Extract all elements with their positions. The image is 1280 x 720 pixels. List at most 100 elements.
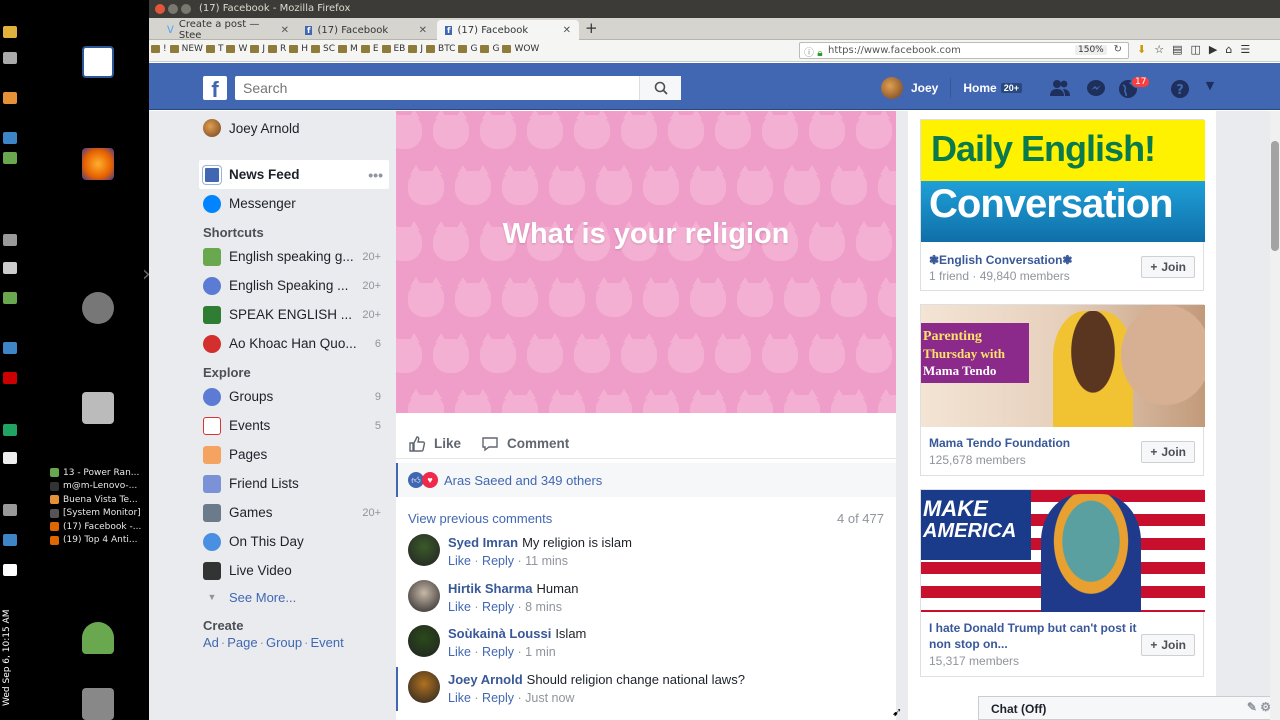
sidebar-item-shortcut[interactable]: English Speaking ... 20+ bbox=[199, 271, 389, 300]
new-tab-button[interactable]: + bbox=[585, 19, 598, 37]
app-icon[interactable] bbox=[3, 452, 17, 464]
app-icon[interactable] bbox=[3, 534, 17, 546]
bookmark-item[interactable]: G bbox=[470, 44, 477, 54]
comment-reply-link[interactable]: Reply bbox=[482, 600, 514, 614]
telegram-icon[interactable] bbox=[3, 424, 17, 436]
account-menu-icon[interactable]: ▼ bbox=[1199, 79, 1221, 99]
scrollbar-thumb[interactable] bbox=[1271, 141, 1279, 251]
comment-reply-link[interactable]: Reply bbox=[482, 554, 514, 568]
close-icon[interactable]: ✕ bbox=[281, 25, 289, 36]
comment-author[interactable]: Syed Imran bbox=[448, 535, 518, 550]
sidebar-item-profile[interactable]: Joey Arnold bbox=[199, 111, 389, 145]
volume-icon[interactable] bbox=[3, 564, 17, 576]
sidebar-item-on-this-day[interactable]: On This Day bbox=[199, 527, 389, 556]
app-icon[interactable] bbox=[3, 292, 17, 304]
like-button[interactable]: Like bbox=[408, 435, 461, 453]
comment-like-link[interactable]: Like bbox=[448, 600, 471, 614]
post-background-image[interactable]: What is your religion bbox=[396, 111, 896, 413]
library-icon[interactable]: ▤ bbox=[1172, 43, 1182, 56]
group-name[interactable]: ❃English Conversation❃ bbox=[929, 252, 1129, 268]
scrollbar[interactable] bbox=[1270, 111, 1280, 720]
clock[interactable]: Wed Sep 6, 10:15 AM bbox=[2, 586, 18, 706]
reload-icon[interactable]: ↻ bbox=[1114, 44, 1122, 55]
chat-bar[interactable]: Chat (Off) ✎ ⚙ bbox=[978, 696, 1280, 720]
minimize-window-button[interactable] bbox=[168, 4, 178, 14]
app-icon[interactable] bbox=[3, 152, 17, 164]
bookmark-item[interactable]: T bbox=[218, 44, 224, 54]
bitcoin-icon[interactable] bbox=[3, 92, 17, 104]
bookmark-item[interactable]: M bbox=[350, 44, 358, 54]
create-page-link[interactable]: Page bbox=[227, 635, 257, 650]
compose-icon[interactable]: ✎ bbox=[1247, 700, 1257, 714]
app-icon[interactable] bbox=[3, 26, 17, 38]
close-window-button[interactable] bbox=[155, 4, 165, 14]
url-text[interactable]: https://www.facebook.com bbox=[828, 45, 961, 56]
messenger-icon[interactable] bbox=[1085, 79, 1107, 99]
search-input[interactable] bbox=[235, 76, 681, 100]
join-group-button[interactable]: + Join bbox=[1141, 256, 1195, 278]
bookmark-item[interactable]: EB bbox=[394, 44, 406, 54]
comment-author[interactable]: Hirtik Sharma bbox=[448, 581, 533, 596]
sidebar-item-shortcut[interactable]: Ao Khoac Han Quo... 6 bbox=[199, 329, 389, 358]
group-image[interactable]: MAKE AMERICA bbox=[921, 490, 1205, 612]
browser-tab-active[interactable]: f (17) Facebook ✕ bbox=[437, 20, 579, 40]
comment-like-link[interactable]: Like bbox=[448, 691, 471, 705]
view-previous-comments-link[interactable]: View previous comments bbox=[408, 511, 552, 526]
create-event-link[interactable]: Event bbox=[310, 635, 343, 650]
bookmark-item[interactable]: ! bbox=[163, 44, 167, 54]
app-icon[interactable] bbox=[3, 504, 17, 516]
sidebar-item-games[interactable]: Games 20+ bbox=[199, 498, 389, 527]
comment-author[interactable]: Joey Arnold bbox=[448, 672, 523, 687]
bookmark-item[interactable]: H bbox=[301, 44, 308, 54]
search-button[interactable] bbox=[639, 76, 681, 100]
app-icon[interactable] bbox=[3, 52, 17, 64]
bookmark-item[interactable]: J bbox=[420, 44, 423, 54]
more-options-icon[interactable]: ••• bbox=[368, 167, 383, 183]
filezilla-icon[interactable] bbox=[3, 372, 17, 384]
firefox-icon[interactable] bbox=[82, 148, 114, 180]
document-icon[interactable] bbox=[82, 46, 114, 78]
avatar[interactable] bbox=[408, 534, 440, 566]
url-bar[interactable]: ⓘ 🔒︎ https://www.facebook.com 150% ↻ bbox=[799, 42, 1129, 59]
browser-tab[interactable]: f (17) Facebook ✕ bbox=[297, 20, 435, 40]
sidebar-item-live-video[interactable]: Live Video bbox=[199, 556, 389, 585]
app-icon[interactable] bbox=[82, 292, 114, 324]
user-icon[interactable] bbox=[82, 622, 114, 654]
sidebar-item-shortcut[interactable]: English speaking g... 20+ bbox=[199, 242, 389, 271]
home-icon[interactable]: ⌂ bbox=[1225, 43, 1232, 56]
comment-like-link[interactable]: Like bbox=[448, 554, 471, 568]
group-name[interactable]: Mama Tendo Foundation bbox=[929, 435, 1129, 451]
avatar[interactable] bbox=[408, 579, 440, 612]
bookmark-item[interactable]: SC bbox=[323, 44, 335, 54]
trash-icon[interactable] bbox=[82, 688, 114, 720]
help-icon[interactable]: ? bbox=[1169, 79, 1191, 99]
bookmark-item[interactable]: W bbox=[238, 44, 247, 54]
comment-like-link[interactable]: Like bbox=[448, 645, 471, 659]
sidebar-item-shortcut[interactable]: SPEAK ENGLISH ... 20+ bbox=[199, 300, 389, 329]
group-image[interactable]: Daily English! Conversation bbox=[921, 120, 1205, 242]
avatar[interactable] bbox=[881, 77, 903, 99]
bookmark-item[interactable]: E bbox=[373, 44, 379, 54]
profile-link[interactable]: Joey bbox=[911, 81, 938, 95]
sidebar-item-events[interactable]: Events 5 bbox=[199, 411, 389, 440]
bookmark-item[interactable]: BTC bbox=[438, 44, 455, 54]
info-icon[interactable]: ⓘ bbox=[804, 48, 814, 59]
comment-reply-link[interactable]: Reply bbox=[482, 645, 514, 659]
bookmark-item[interactable]: R bbox=[280, 44, 286, 54]
join-group-button[interactable]: + Join bbox=[1141, 634, 1195, 656]
bookmark-star-icon[interactable]: ☆ bbox=[1154, 43, 1164, 56]
join-group-button[interactable]: + Join bbox=[1141, 441, 1195, 463]
facebook-logo[interactable]: f bbox=[203, 76, 227, 102]
download-icon[interactable]: ⬇ bbox=[1137, 43, 1146, 56]
comment-author[interactable]: Soùkainà Loussi bbox=[448, 626, 551, 641]
zoom-level[interactable]: 150% bbox=[1075, 45, 1107, 55]
menu-icon[interactable]: ☰ bbox=[1240, 43, 1250, 56]
app-icon[interactable] bbox=[3, 342, 17, 354]
bookmark-item[interactable]: G bbox=[492, 44, 499, 54]
see-more-link[interactable]: ▼ See More... bbox=[199, 585, 389, 609]
bookmark-item[interactable]: J bbox=[262, 44, 265, 54]
app-icon[interactable] bbox=[3, 262, 17, 274]
friend-requests-icon[interactable] bbox=[1049, 79, 1071, 99]
app-icon[interactable] bbox=[3, 132, 17, 144]
bookmark-item[interactable]: WOW bbox=[514, 44, 539, 54]
